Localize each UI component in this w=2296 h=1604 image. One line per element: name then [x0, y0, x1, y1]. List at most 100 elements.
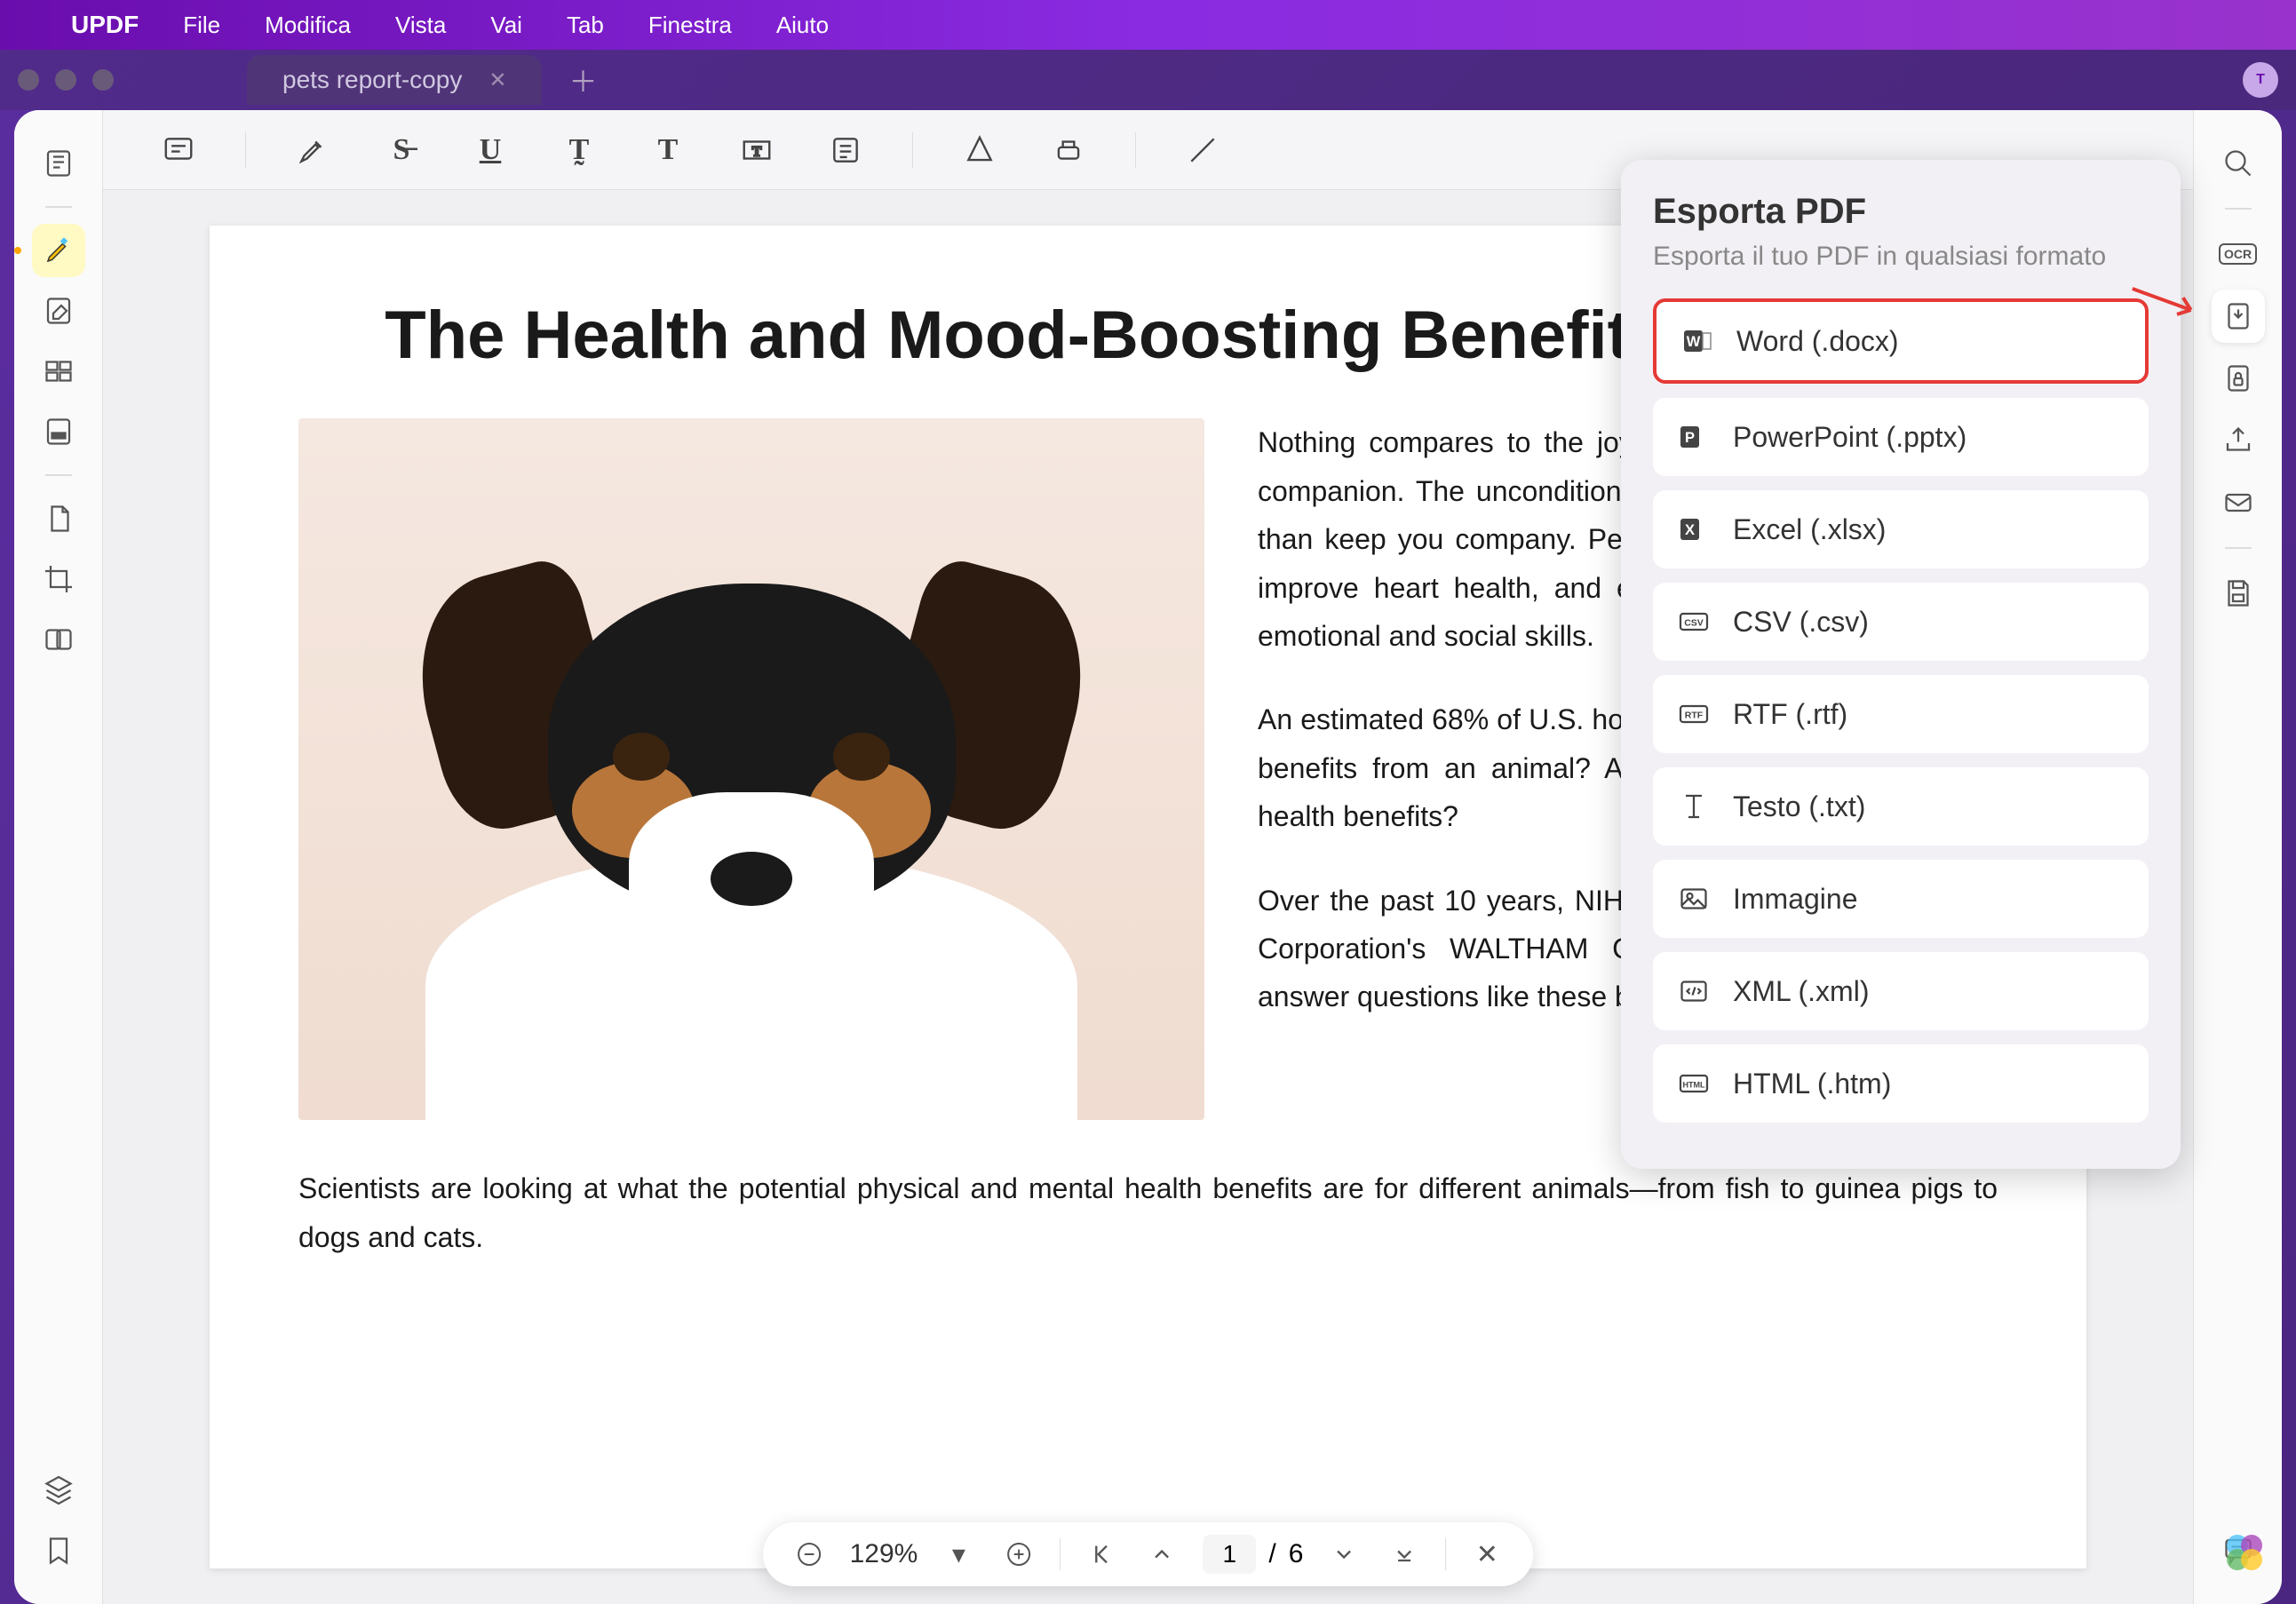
- textbox-tool[interactable]: T: [735, 128, 779, 172]
- menu-go[interactable]: Vai: [490, 12, 522, 39]
- pencil-tool[interactable]: [957, 128, 1002, 172]
- export-panel: Esporta PDF Esporta il tuo PDF in qualsi…: [1621, 160, 2181, 1169]
- divider: [45, 474, 72, 476]
- svg-text:W: W: [1687, 334, 1701, 350]
- zoom-level: 129%: [850, 1539, 918, 1569]
- svg-text:CSV: CSV: [1684, 618, 1704, 629]
- next-page-button[interactable]: [1324, 1535, 1363, 1574]
- export-powerpoint[interactable]: P PowerPoint (.pptx): [1653, 398, 2149, 476]
- user-avatar[interactable]: T: [2243, 62, 2278, 98]
- right-sidebar: OCR: [2193, 110, 2282, 1604]
- window-chrome: pets report-copy ✕ ＋ T: [0, 50, 2296, 110]
- svg-text:X: X: [1685, 522, 1695, 538]
- last-page-button[interactable]: [1385, 1535, 1424, 1574]
- export-panel-title: Esporta PDF: [1653, 192, 2149, 232]
- divider: [1060, 1538, 1061, 1570]
- first-page-button[interactable]: [1082, 1535, 1121, 1574]
- crop-tool[interactable]: [32, 552, 85, 606]
- export-option-label: CSV (.csv): [1733, 606, 1869, 639]
- updf-logo-icon[interactable]: [2220, 1528, 2269, 1577]
- powerpoint-icon: P: [1676, 419, 1712, 455]
- comment-tool[interactable]: [156, 128, 201, 172]
- search-button[interactable]: [2212, 137, 2265, 190]
- zoom-in-button[interactable]: [999, 1535, 1038, 1574]
- zoom-out-button[interactable]: [790, 1535, 829, 1574]
- app-name[interactable]: UPDF: [71, 11, 139, 39]
- export-option-label: Word (.docx): [1736, 325, 1899, 358]
- text-tool[interactable]: T: [646, 128, 690, 172]
- export-panel-subtitle: Esporta il tuo PDF in qualsiasi formato: [1653, 239, 2149, 274]
- html-icon: HTML: [1676, 1066, 1712, 1101]
- rtf-icon: RTF: [1676, 696, 1712, 732]
- left-sidebar: [14, 110, 103, 1604]
- export-html[interactable]: HTML HTML (.htm): [1653, 1044, 2149, 1123]
- export-excel[interactable]: X Excel (.xlsx): [1653, 490, 2149, 568]
- line-tool[interactable]: [1180, 128, 1225, 172]
- export-image[interactable]: Immagine: [1653, 860, 2149, 938]
- macos-menubar: UPDF File Modifica Vista Vai Tab Finestr…: [0, 0, 2296, 50]
- export-text[interactable]: Testo (.txt): [1653, 767, 2149, 846]
- export-csv[interactable]: CSV CSV (.csv): [1653, 583, 2149, 661]
- divider: [2225, 208, 2252, 210]
- export-option-label: Testo (.txt): [1733, 790, 1865, 823]
- total-pages: 6: [1289, 1539, 1304, 1569]
- page-indicator: / 6: [1203, 1535, 1303, 1574]
- menu-view[interactable]: Vista: [395, 12, 446, 39]
- menu-edit[interactable]: Modifica: [265, 12, 351, 39]
- svg-text:HTML: HTML: [1683, 1081, 1705, 1090]
- zoom-dropdown[interactable]: ▾: [939, 1535, 978, 1574]
- divider: [2225, 547, 2252, 549]
- export-option-label: HTML (.htm): [1733, 1068, 1891, 1100]
- export-option-label: XML (.xml): [1733, 975, 1869, 1008]
- export-word[interactable]: W Word (.docx): [1653, 298, 2149, 384]
- close-tab-icon[interactable]: ✕: [489, 67, 506, 93]
- word-icon: W: [1680, 323, 1715, 359]
- underline-tool[interactable]: U: [468, 128, 512, 172]
- layers-tool[interactable]: [32, 1464, 85, 1517]
- prev-page-button[interactable]: [1142, 1535, 1181, 1574]
- svg-text:RTF: RTF: [1685, 711, 1704, 721]
- highlight-tool[interactable]: [290, 128, 335, 172]
- edit-tool[interactable]: [32, 284, 85, 337]
- svg-text:T: T: [752, 144, 762, 159]
- divider: [1445, 1538, 1446, 1570]
- redact-tool[interactable]: [32, 405, 85, 458]
- tab-title: pets report-copy: [282, 66, 462, 94]
- menu-file[interactable]: File: [183, 12, 220, 39]
- save-button[interactable]: [2212, 567, 2265, 620]
- highlighter-tool[interactable]: [32, 224, 85, 277]
- export-rtf[interactable]: RTF RTF (.rtf): [1653, 675, 2149, 753]
- ocr-button[interactable]: OCR: [2212, 227, 2265, 281]
- minimize-window-button[interactable]: [55, 69, 76, 91]
- share-button[interactable]: [2212, 414, 2265, 467]
- menu-help[interactable]: Aiuto: [776, 12, 829, 39]
- menu-window[interactable]: Finestra: [648, 12, 732, 39]
- eraser-tool[interactable]: [1046, 128, 1091, 172]
- compare-tool[interactable]: [32, 613, 85, 666]
- close-toolbar-button[interactable]: ✕: [1467, 1535, 1506, 1574]
- note-tool[interactable]: [823, 128, 868, 172]
- export-option-label: PowerPoint (.pptx): [1733, 421, 1966, 454]
- reader-tool[interactable]: [32, 137, 85, 190]
- squiggly-tool[interactable]: T̰: [557, 128, 601, 172]
- email-button[interactable]: [2212, 476, 2265, 529]
- paragraph: Scientists are looking at what the poten…: [298, 1164, 1998, 1261]
- image-icon: [1676, 881, 1712, 917]
- svg-text:P: P: [1685, 430, 1695, 446]
- bookmark-tool[interactable]: [32, 1524, 85, 1577]
- export-xml[interactable]: XML (.xml): [1653, 952, 2149, 1030]
- maximize-window-button[interactable]: [92, 69, 114, 91]
- text-icon: [1676, 789, 1712, 824]
- excel-icon: X: [1676, 512, 1712, 547]
- protect-button[interactable]: [2212, 352, 2265, 405]
- document-tab[interactable]: pets report-copy ✕: [247, 55, 542, 105]
- close-window-button[interactable]: [18, 69, 39, 91]
- divider: [245, 132, 246, 168]
- page-input[interactable]: [1203, 1535, 1256, 1574]
- page-tool[interactable]: [32, 492, 85, 545]
- organize-tool[interactable]: [32, 345, 85, 398]
- strikethrough-tool[interactable]: S̶: [379, 128, 424, 172]
- export-button[interactable]: [2212, 290, 2265, 343]
- menu-tab[interactable]: Tab: [567, 12, 604, 39]
- add-tab-button[interactable]: ＋: [568, 60, 597, 100]
